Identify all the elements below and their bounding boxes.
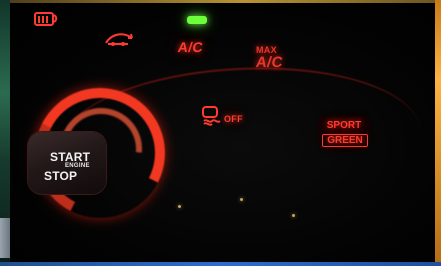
green-indicator-light <box>187 16 207 24</box>
air-recirculation-icon <box>102 30 136 53</box>
ac-button-label[interactable]: A/C <box>177 39 204 55</box>
ambient-light-dot <box>292 214 295 217</box>
max-ac-button-label[interactable]: MAX A/C <box>254 46 284 72</box>
ambient-light-dot <box>178 205 181 208</box>
stability-control-icon[interactable] <box>200 104 222 131</box>
left-edge <box>0 0 10 266</box>
green-label: GREEN <box>322 134 368 147</box>
stop-label: STOP <box>44 169 78 183</box>
ambient-light-dot <box>240 198 243 201</box>
sport-label: SPORT <box>326 120 362 131</box>
top-edge <box>0 0 441 3</box>
stability-off-label: OFF <box>224 114 243 124</box>
photo-frame: A/C MAX A/C OFF SPORT GREEN START ENGINE… <box>0 0 441 266</box>
bottom-edge <box>0 262 441 266</box>
sport-green-button[interactable]: SPORT GREEN <box>318 116 370 150</box>
max-ac-label: A/C <box>254 54 284 71</box>
start-label: START <box>50 150 91 164</box>
rear-defrost-icon <box>33 11 59 36</box>
start-stop-button[interactable]: START ENGINE STOP <box>28 132 106 194</box>
right-edge <box>435 0 441 266</box>
